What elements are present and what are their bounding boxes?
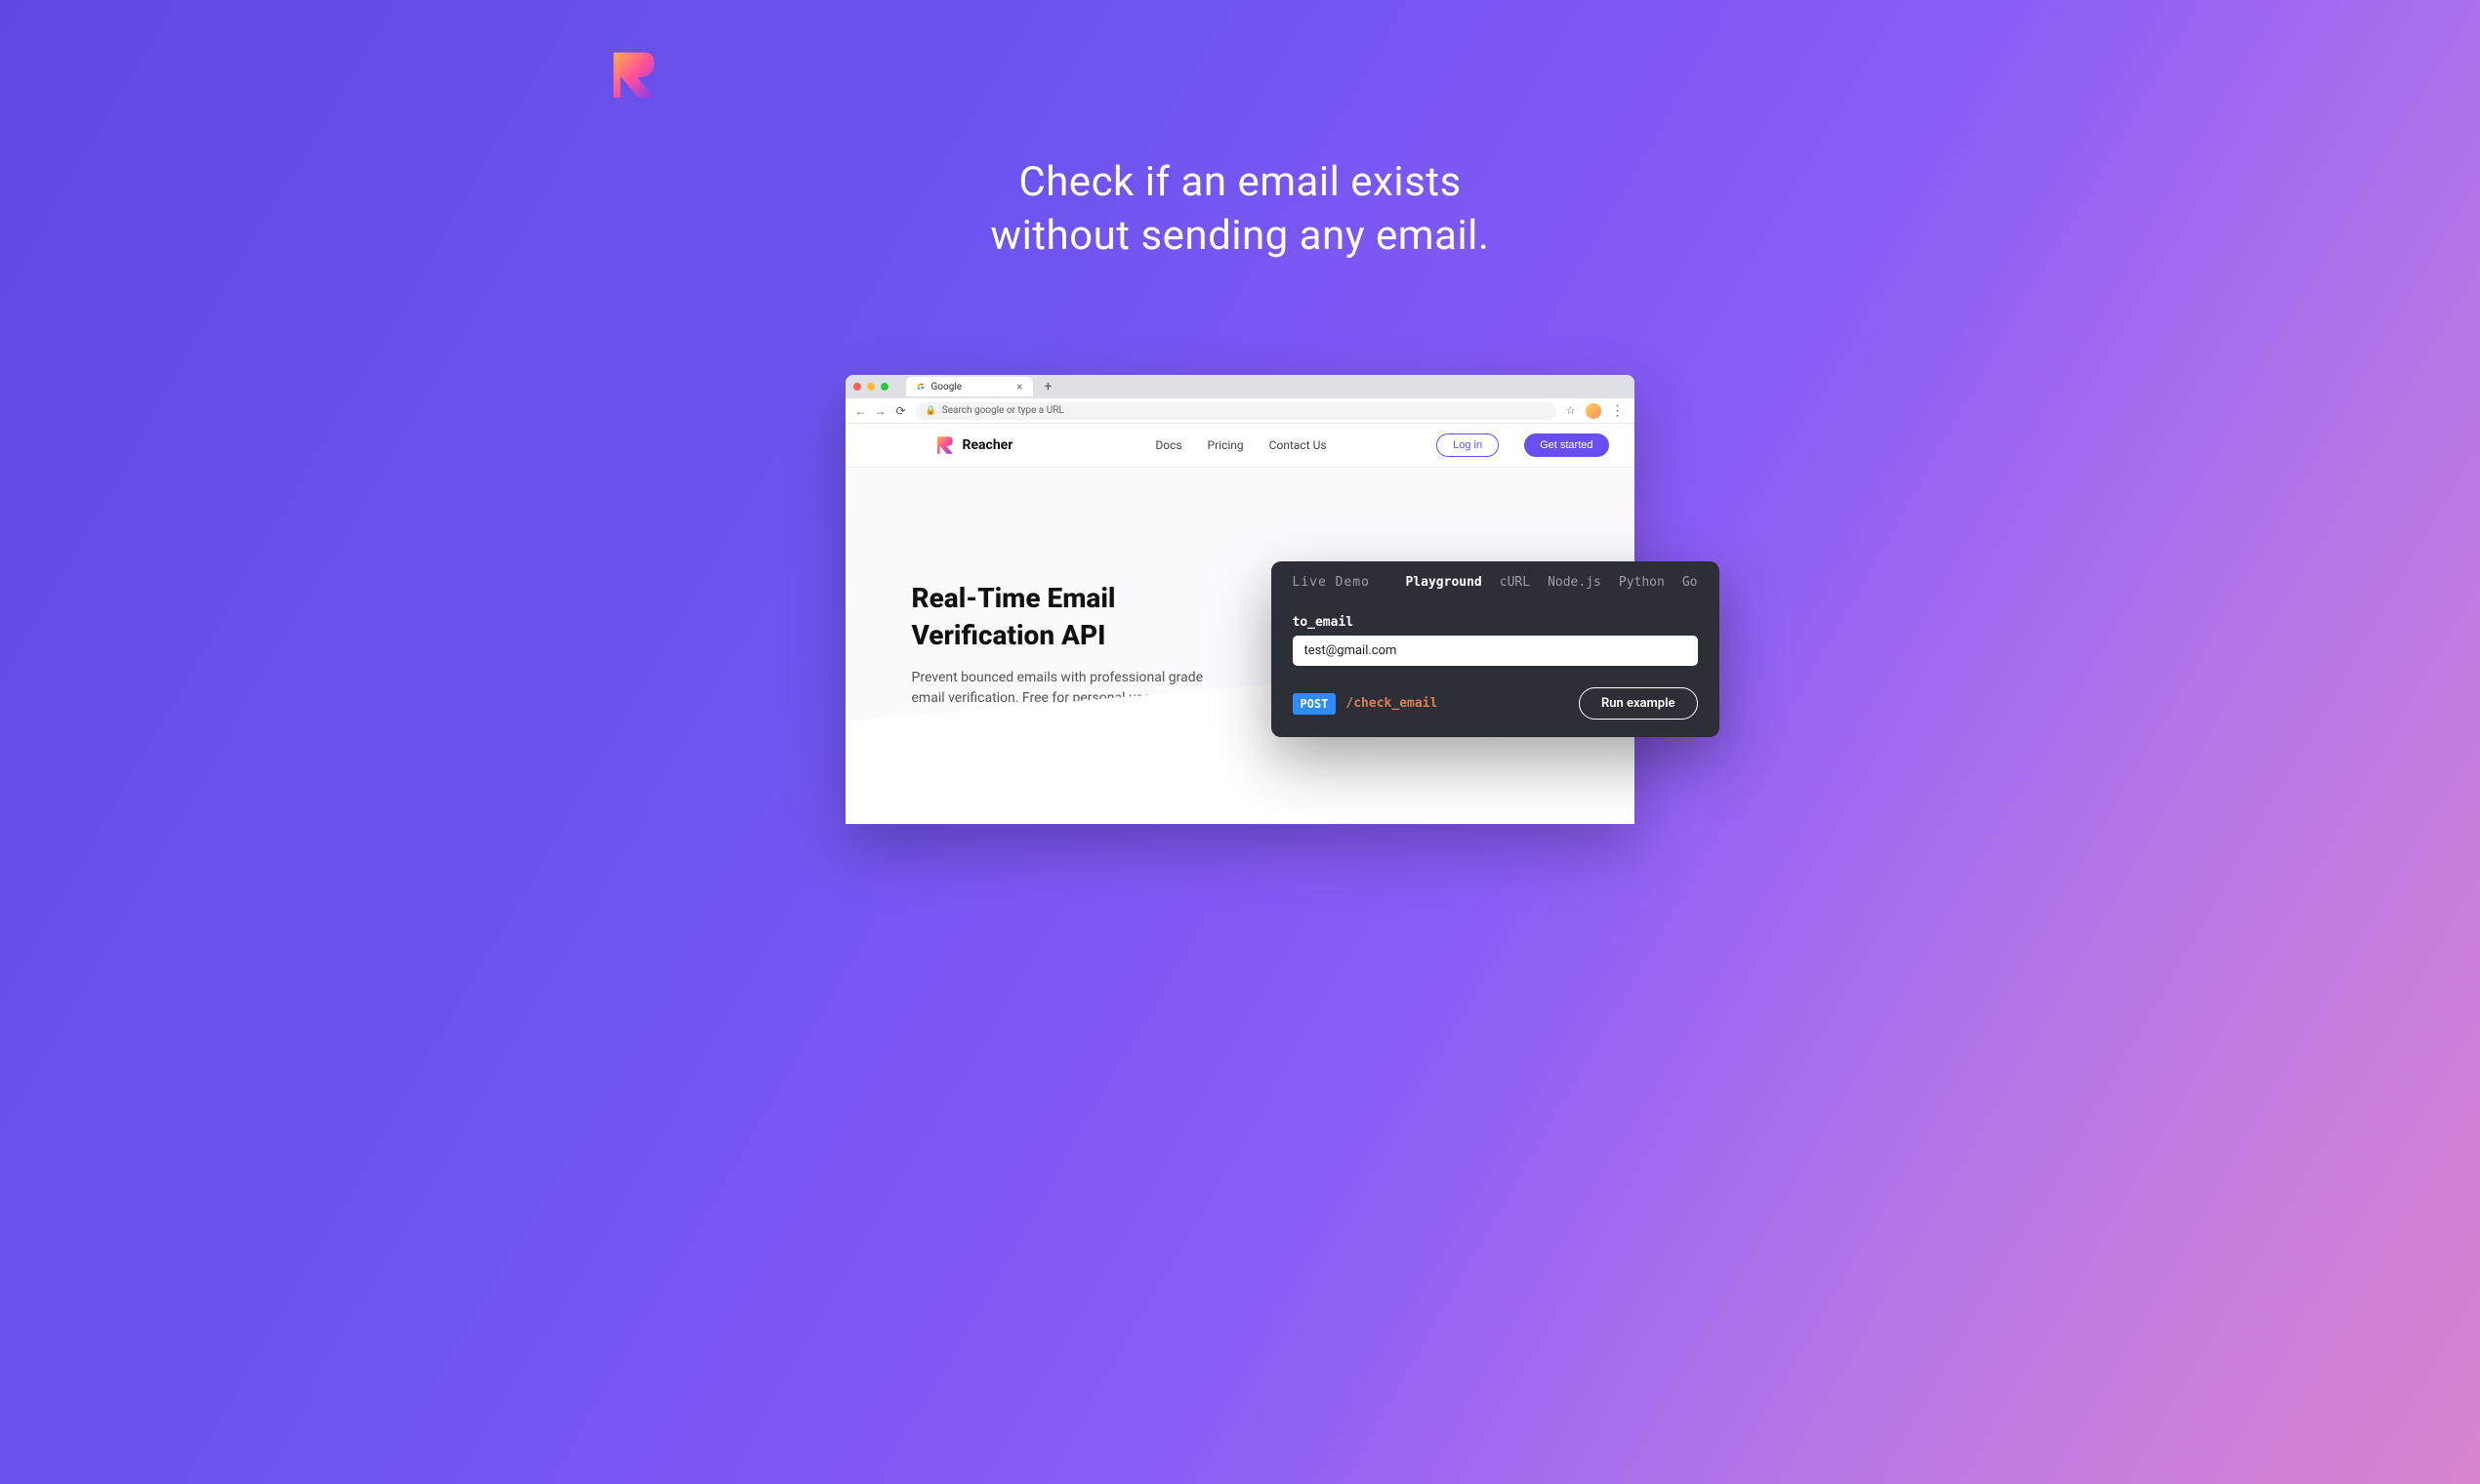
browser-toolbar: ← → ⟳ 🔒 Search google or type a URL ☆ ⋮	[846, 398, 1634, 424]
tab-go[interactable]: Go	[1682, 575, 1698, 590]
nav-forward-icon[interactable]: →	[875, 404, 887, 418]
tab-close-icon[interactable]: ×	[1016, 380, 1022, 393]
console-header: Live Demo Playground cURL Node.js Python…	[1271, 561, 1719, 603]
brand[interactable]: Reacher	[933, 434, 1013, 456]
hero-headline: Check if an email exists without sending…	[555, 156, 1926, 263]
endpoint-path: /check_email	[1345, 696, 1437, 711]
tab-python[interactable]: Python	[1619, 575, 1665, 590]
google-favicon-icon	[916, 382, 926, 392]
headline-line-1: Check if an email exists	[555, 156, 1926, 210]
site-header: Reacher Docs Pricing Contact Us Log in G…	[846, 424, 1634, 468]
tab-playground[interactable]: Playground	[1405, 575, 1481, 590]
http-method-badge: POST	[1293, 693, 1337, 715]
nav-docs[interactable]: Docs	[1155, 438, 1181, 452]
lock-icon: 🔒	[926, 406, 936, 416]
get-started-button[interactable]: Get started	[1524, 433, 1608, 457]
login-button[interactable]: Log in	[1436, 433, 1499, 457]
live-demo-console: Live Demo Playground cURL Node.js Python…	[1271, 561, 1719, 737]
headline-line-2: without sending any email.	[555, 210, 1926, 264]
browser-tab[interactable]: Google ×	[906, 377, 1033, 396]
reload-icon[interactable]: ⟳	[896, 404, 906, 418]
brand-name: Reacher	[963, 437, 1013, 453]
run-example-button[interactable]: Run example	[1579, 687, 1698, 720]
window-minimize-icon[interactable]	[867, 383, 875, 391]
window-controls	[853, 383, 889, 391]
nav-links: Docs Pricing Contact Us	[1155, 438, 1326, 452]
console-footer: POST /check_email Run example	[1271, 670, 1719, 737]
profile-avatar-icon[interactable]	[1586, 403, 1601, 419]
console-tabs: Playground cURL Node.js Python Go	[1405, 575, 1697, 590]
browser-tab-strip: Google × +	[846, 375, 1634, 398]
tab-nodejs[interactable]: Node.js	[1548, 575, 1601, 590]
address-placeholder: Search google or type a URL	[942, 405, 1064, 416]
window-fullscreen-icon[interactable]	[881, 383, 889, 391]
window-close-icon[interactable]	[853, 383, 861, 391]
nav-pricing[interactable]: Pricing	[1208, 438, 1244, 452]
to-email-label: to_email	[1293, 615, 1698, 630]
new-tab-button[interactable]: +	[1041, 379, 1056, 394]
nav-back-icon[interactable]: ←	[855, 404, 867, 418]
reacher-logo-icon	[603, 47, 660, 103]
to-email-input[interactable]	[1293, 636, 1698, 666]
bookmark-star-icon[interactable]: ☆	[1566, 404, 1576, 417]
reacher-logo-small-icon	[933, 434, 955, 456]
nav-contact[interactable]: Contact Us	[1269, 438, 1327, 452]
console-body: to_email	[1271, 603, 1719, 670]
console-title: Live Demo	[1293, 575, 1370, 590]
tab-curl[interactable]: cURL	[1500, 575, 1530, 590]
browser-tab-title: Google	[931, 382, 963, 392]
address-bar[interactable]: 🔒 Search google or type a URL	[916, 402, 1556, 420]
browser-menu-icon[interactable]: ⋮	[1611, 404, 1625, 418]
